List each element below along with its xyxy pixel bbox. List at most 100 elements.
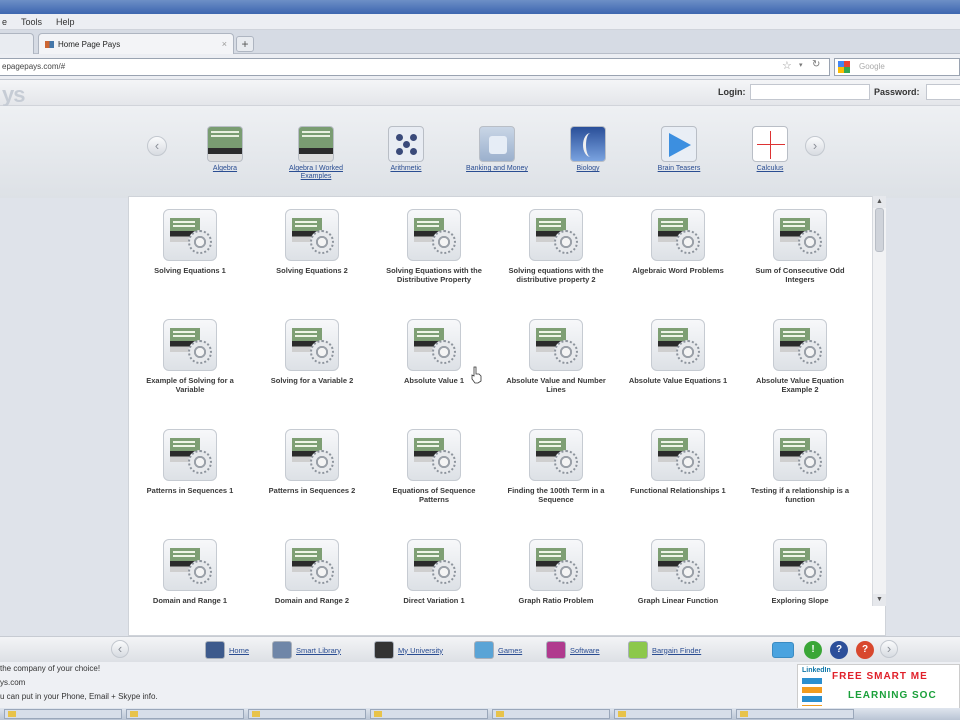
lesson-tile[interactable]: Finding the 100th Term in a Sequence xyxy=(495,429,617,539)
lesson-tile[interactable]: Patterns in Sequences 2 xyxy=(251,429,373,539)
lesson-tile[interactable]: Exploring Slope xyxy=(739,539,861,635)
lesson-tile[interactable]: Patterns in Sequences 1 xyxy=(129,429,251,539)
vertical-scrollbar[interactable]: ▲ ▼ xyxy=(872,196,886,606)
lesson-thumbnail-icon xyxy=(529,319,583,371)
search-input[interactable]: Google xyxy=(834,58,960,76)
taskbar-item[interactable] xyxy=(4,709,122,719)
url-input[interactable]: epagepays.com/# xyxy=(0,58,830,76)
advertisement-banner[interactable]: LinkedIn FREE SMART ME LEARNING SOC xyxy=(797,664,960,710)
linkedin-logo: LinkedIn xyxy=(802,667,831,674)
category-arithmetic[interactable]: Arithmetic xyxy=(366,126,446,173)
lesson-tile[interactable]: Absolute Value and Number Lines xyxy=(495,319,617,429)
lesson-tile[interactable]: Equations of Sequence Patterns xyxy=(373,429,495,539)
lesson-thumbnail-icon xyxy=(651,319,705,371)
nav-label: Software xyxy=(570,645,600,655)
lesson-title: Solving for a Variable 2 xyxy=(270,376,354,385)
lesson-tile[interactable]: Solving for a Variable 2 xyxy=(251,319,373,429)
bottom-nav-next-button[interactable]: › xyxy=(880,640,898,658)
lesson-tile[interactable]: Algebraic Word Problems xyxy=(617,209,739,319)
category-label: Biology xyxy=(576,165,600,172)
footer-line-2[interactable]: ys.com xyxy=(0,678,25,687)
taskbar-item[interactable] xyxy=(248,709,366,719)
menu-item-help[interactable]: Help xyxy=(56,17,75,27)
lesson-tile[interactable]: Domain and Range 2 xyxy=(251,539,373,635)
lesson-thumbnail-icon xyxy=(773,209,827,261)
category-calculus[interactable]: Calculus xyxy=(730,126,810,173)
nav-smart-library[interactable]: Smart Library xyxy=(272,641,341,659)
menu-item-edit[interactable]: e xyxy=(2,17,7,27)
lesson-tile[interactable]: Absolute Value Equations 1 xyxy=(617,319,739,429)
bottom-nav-prev-button[interactable]: ‹ xyxy=(111,640,129,658)
category-carousel: ‹ Algebra Algebra I Worked Examples Arit… xyxy=(0,106,960,198)
help-icon[interactable]: ? xyxy=(830,641,848,659)
lesson-tile[interactable]: Direct Variation 1 xyxy=(373,539,495,635)
lesson-tile[interactable]: Testing if a relationship is a function xyxy=(739,429,861,539)
chat-icon[interactable] xyxy=(772,642,794,658)
new-tab-button[interactable]: + xyxy=(236,36,254,52)
lesson-title: Example of Solving for a Variable xyxy=(146,376,234,395)
close-icon[interactable]: × xyxy=(222,39,227,49)
carousel-prev-button[interactable]: ‹ xyxy=(147,136,167,156)
category-algebra-worked-examples[interactable]: Algebra I Worked Examples xyxy=(276,126,356,182)
nav-home[interactable]: Home xyxy=(205,641,249,659)
scroll-down-icon[interactable]: ▼ xyxy=(873,594,886,606)
category-algebra[interactable]: Algebra xyxy=(185,126,265,173)
nav-games[interactable]: Games xyxy=(474,641,522,659)
taskbar-item[interactable] xyxy=(614,709,732,719)
lesson-tile[interactable]: Solving Equations with the Distributive … xyxy=(373,209,495,319)
lesson-tile[interactable]: Domain and Range 1 xyxy=(129,539,251,635)
chevron-down-icon[interactable]: ▾ xyxy=(799,61,803,69)
password-input[interactable] xyxy=(926,84,960,100)
taskbar-item[interactable] xyxy=(126,709,244,719)
lesson-title: Graph Ratio Problem xyxy=(518,596,594,605)
scroll-up-icon[interactable]: ▲ xyxy=(873,196,886,208)
lesson-tile[interactable]: Functional Relationships 1 xyxy=(617,429,739,539)
lesson-title: Algebraic Word Problems xyxy=(632,266,724,275)
lesson-tile[interactable]: Solving Equations 2 xyxy=(251,209,373,319)
footer-line-3: u can put in your Phone, Email + Skype i… xyxy=(0,692,158,701)
hand-cursor-icon xyxy=(471,366,482,384)
category-brain-teasers[interactable]: Brain Teasers xyxy=(639,126,719,173)
lesson-thumbnail-icon xyxy=(163,319,217,371)
nav-label: Smart Library xyxy=(296,645,342,655)
tab-previous[interactable] xyxy=(0,33,34,54)
tab-home-page-pays[interactable]: Home Page Pays × xyxy=(38,33,234,54)
category-banking-and-money[interactable]: Banking and Money xyxy=(457,126,537,173)
lesson-tile[interactable]: Graph Ratio Problem xyxy=(495,539,617,635)
bookmark-star-icon[interactable]: ☆ xyxy=(782,59,792,72)
lesson-tile[interactable]: Solving Equations 1 xyxy=(129,209,251,319)
status-green-icon[interactable]: ! xyxy=(804,641,822,659)
carousel-next-button[interactable]: › xyxy=(805,136,825,156)
bottom-navigation: ‹ Home Smart Library My University Games… xyxy=(0,636,960,662)
category-biology[interactable]: Biology xyxy=(548,126,628,173)
site-logo[interactable]: ys xyxy=(2,82,26,108)
nav-software[interactable]: Software xyxy=(546,641,600,659)
lesson-thumbnail-icon xyxy=(163,429,217,481)
taskbar-item[interactable] xyxy=(370,709,488,719)
nav-bargain-finder[interactable]: Bargain Finder xyxy=(628,641,701,659)
menu-bar: e Tools Help xyxy=(0,14,960,30)
navigation-bar: epagepays.com/# ☆ ▾ ↻ Google xyxy=(0,54,960,80)
alert-icon[interactable]: ? xyxy=(856,641,874,659)
lesson-thumbnail-icon xyxy=(285,539,339,591)
lesson-thumbnail-icon xyxy=(773,539,827,591)
ad-headline: FREE SMART ME xyxy=(832,671,928,682)
software-icon xyxy=(546,641,566,659)
login-input[interactable] xyxy=(750,84,870,100)
lesson-thumbnail-icon xyxy=(651,209,705,261)
lesson-title: Domain and Range 2 xyxy=(274,596,350,605)
reload-icon[interactable]: ↻ xyxy=(812,59,820,70)
taskbar-item[interactable] xyxy=(492,709,610,719)
lesson-thumbnail-icon xyxy=(163,209,217,261)
scroll-thumb[interactable] xyxy=(875,208,884,252)
lesson-tile[interactable]: Solving equations with the distributive … xyxy=(495,209,617,319)
menu-item-tools[interactable]: Tools xyxy=(21,17,42,27)
lesson-title: Absolute Value Equation Example 2 xyxy=(756,376,844,395)
lesson-tile[interactable]: Sum of Consecutive Odd Integers xyxy=(739,209,861,319)
lesson-tile[interactable]: Absolute Value Equation Example 2 xyxy=(739,319,861,429)
taskbar-item[interactable] xyxy=(736,709,854,719)
nav-my-university[interactable]: My University xyxy=(374,641,443,659)
lesson-tile[interactable]: Example of Solving for a Variable xyxy=(129,319,251,429)
category-label: Arithmetic xyxy=(390,165,422,172)
lesson-tile[interactable]: Graph Linear Function xyxy=(617,539,739,635)
